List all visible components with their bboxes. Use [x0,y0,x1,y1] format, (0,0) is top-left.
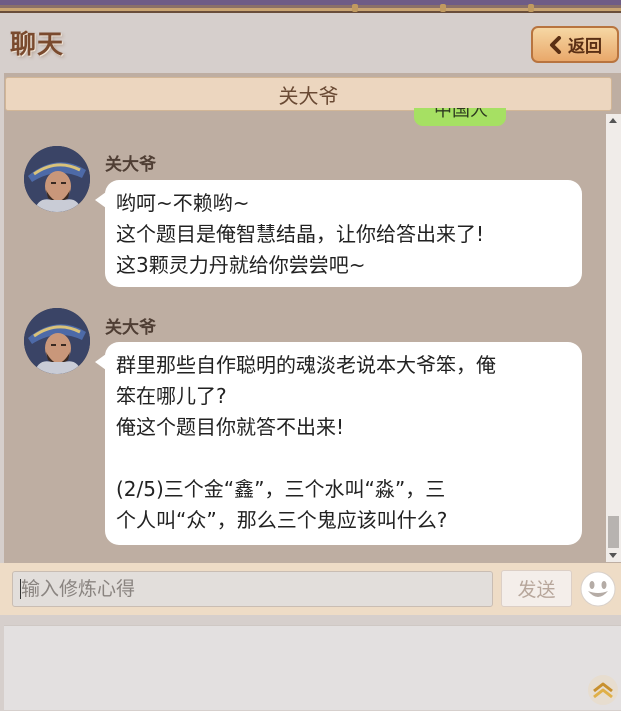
double-chevron-up-icon[interactable] [586,673,620,707]
message-sender-name: 关大爷 [105,318,156,338]
scrollbar-thumb[interactable] [608,516,619,548]
avatar[interactable] [24,146,90,212]
frame-rivet [440,4,446,12]
message-line: 笨在哪儿了? [116,384,227,408]
message-line: 个人叫“众”，那么三个鬼应该叫什么? [116,508,448,532]
incoming-message-bubble: 哟呵~不赖哟~ 这个题目是俺智慧结晶，让你给答出来了! 这3颗灵力丹就给你尝尝吧… [95,180,582,287]
incoming-message-bubble: 群里那些自作聪明的魂淡老说本大爷笨，俺 笨在哪儿了? 俺这个题目你就答不出来! … [95,342,582,545]
frame-rivet [352,4,358,12]
lower-panel [4,625,621,710]
chat-scrollbar[interactable] [606,114,621,562]
message-line: 这个题目是俺智慧结晶，让你给答出来了! [116,222,485,246]
message-line: (2/5)三个金“鑫”，三个水叫“淼”，三 [116,477,446,501]
message-line: 哟呵~不赖哟~ [116,191,250,215]
outgoing-message-text: 中国人 [434,108,488,121]
back-button[interactable]: 返回 [531,26,619,63]
smiley-icon[interactable] [579,570,617,608]
outgoing-message-bubble: 中国人 [414,108,506,126]
text-cursor [20,579,21,599]
message-sender-name: 关大爷 [105,155,156,175]
scroll-down-arrow-icon[interactable] [609,553,617,558]
back-button-label: 返回 [568,37,602,57]
avatar[interactable] [24,308,90,374]
header-bar [0,13,621,73]
message-line: 群里那些自作聪明的魂淡老说本大爷笨，俺 [116,353,496,377]
send-button[interactable]: 发送 [501,570,572,607]
page-title: 聊天 [10,30,65,60]
chat-contact-name: 关大爷 [5,77,612,111]
scroll-up-arrow-icon[interactable] [609,118,617,123]
message-input[interactable] [12,571,493,607]
message-line: 这3颗灵力丹就给你尝尝吧~ [116,253,366,277]
message-line: 俺这个题目你就答不出来! [116,415,345,439]
frame-rivet [528,4,534,12]
chevron-left-icon [548,35,562,54]
